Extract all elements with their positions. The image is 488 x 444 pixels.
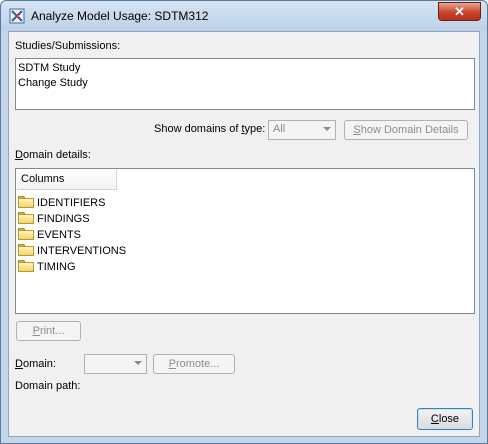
- close-icon: ✕: [454, 4, 465, 19]
- study-item-change[interactable]: Change Study: [18, 76, 472, 91]
- dialog-window: Analyze Model Usage: SDTM312 ✕ Studies/S…: [0, 0, 488, 444]
- dialog-client-area: Studies/Submissions: SDTM Study Change S…: [8, 31, 480, 437]
- folder-icon: [18, 196, 34, 208]
- folder-icon: [18, 260, 34, 272]
- domain-type-value: All: [273, 123, 286, 135]
- domain-type-select[interactable]: All: [268, 120, 336, 140]
- folder-icon: [18, 228, 34, 240]
- domain-select[interactable]: [84, 354, 147, 374]
- window-title: Analyze Model Usage: SDTM312: [31, 9, 209, 23]
- tree-folder-timing[interactable]: TIMING: [16, 259, 76, 275]
- domain-label: Domain:: [15, 358, 56, 370]
- domain-details-tree[interactable]: Columns IDENTIFIERS FINDINGS EVENTS INTE…: [15, 168, 475, 314]
- app-icon: [9, 8, 25, 24]
- tree-folder-events[interactable]: EVENTS: [16, 227, 81, 243]
- study-item-sdtm[interactable]: SDTM Study: [18, 61, 472, 76]
- tree-folder-identifiers[interactable]: IDENTIFIERS: [16, 195, 105, 211]
- show-domains-type-label: Show domains of type:: [154, 123, 266, 135]
- studies-label: Studies/Submissions:: [15, 40, 121, 52]
- studies-list[interactable]: SDTM Study Change Study: [15, 58, 475, 110]
- domain-path-label: Domain path:: [15, 380, 81, 392]
- window-close-button[interactable]: ✕: [438, 2, 481, 21]
- folder-icon: [18, 244, 34, 256]
- folder-icon: [18, 212, 34, 224]
- title-bar[interactable]: Analyze Model Usage: SDTM312 ✕: [1, 1, 487, 31]
- chevron-down-icon: [134, 361, 142, 365]
- columns-header[interactable]: Columns: [17, 170, 117, 190]
- tree-folder-findings[interactable]: FINDINGS: [16, 211, 90, 227]
- promote-button[interactable]: Promote...: [153, 354, 235, 374]
- chevron-down-icon: [323, 127, 331, 131]
- domain-details-label: Domain details:: [15, 149, 91, 161]
- tree-folder-interventions[interactable]: INTERVENTIONS: [16, 243, 126, 259]
- print-button[interactable]: Print...: [16, 321, 81, 341]
- show-domain-details-button[interactable]: Show Domain Details: [344, 120, 468, 140]
- close-button[interactable]: Close: [417, 408, 473, 430]
